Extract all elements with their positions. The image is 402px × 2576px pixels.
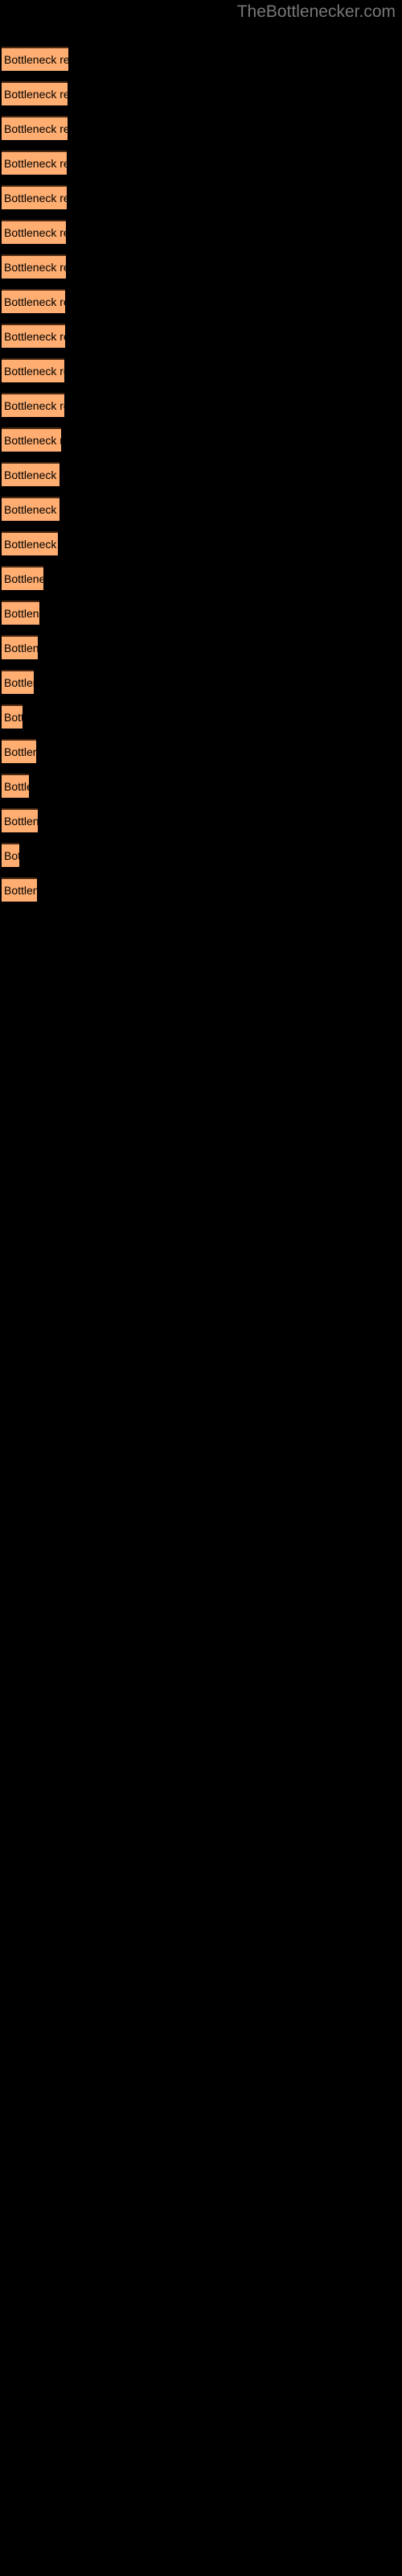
bar-row[interactable]: Bottleneck result	[2, 635, 38, 659]
bar-row[interactable]: Bottleneck result	[2, 774, 29, 798]
bar-row[interactable]: Bottleneck result	[2, 843, 19, 867]
bar-label: Bottleneck result	[4, 849, 19, 862]
bottleneck-bar-chart: Bottleneck result Bottleneck result Bottle…	[0, 0, 402, 2576]
bar-label: Bottleneck result	[4, 572, 43, 585]
bar-row[interactable]: Bottleneck result	[2, 151, 67, 175]
bar-row[interactable]: Bottleneck result	[2, 566, 43, 590]
bar-label: Bottleneck result	[4, 607, 39, 620]
bar-row[interactable]: Bottleneck result	[2, 358, 64, 382]
bar-label: Bottleneck result	[4, 780, 29, 793]
bar-row[interactable]: Bottleneck result	[2, 808, 38, 832]
bar-row[interactable]: Bottleneck result	[2, 497, 59, 521]
bar-row[interactable]: Bottleneck result	[2, 220, 66, 244]
bar-row[interactable]: Bottleneck result	[2, 601, 39, 625]
bar-label: Bottleneck result	[4, 469, 59, 481]
bar-label: Bottleneck result	[4, 365, 64, 378]
bar-label: Bottleneck result	[4, 53, 68, 66]
bar-label: Bottleneck result	[4, 745, 36, 758]
bar-row[interactable]: Bottleneck result	[2, 877, 37, 902]
bar-label: Bottleneck result	[4, 711, 23, 724]
bar-label: Bottleneck result	[4, 434, 61, 447]
bar-row[interactable]: Bottleneck result	[2, 739, 36, 763]
bar-label: Bottleneck result	[4, 676, 34, 689]
bar-label: Bottleneck result	[4, 122, 68, 135]
bar-label: Bottleneck result	[4, 330, 65, 343]
bar-row[interactable]: Bottleneck result	[2, 427, 61, 452]
bar-row[interactable]: Bottleneck result	[2, 670, 34, 694]
bar-label: Bottleneck result	[4, 815, 38, 828]
bar-row[interactable]: Bottleneck result	[2, 185, 67, 209]
bar-row[interactable]: Bottleneck result	[2, 289, 65, 313]
bar-label: Bottleneck result	[4, 157, 67, 170]
bar-row[interactable]: Bottleneck result	[2, 393, 64, 417]
bar-row[interactable]: Bottleneck result	[2, 324, 65, 348]
bar-row[interactable]: Bottleneck result	[2, 462, 59, 486]
bar-row[interactable]: Bottleneck result	[2, 531, 58, 555]
bar-row[interactable]: Bottleneck result	[2, 704, 23, 729]
bar-label: Bottleneck result	[4, 88, 68, 101]
bar-label: Bottleneck result	[4, 642, 38, 654]
bar-label: Bottleneck result	[4, 538, 58, 551]
bar-label: Bottleneck result	[4, 261, 66, 274]
bar-row[interactable]: Bottleneck result	[2, 254, 66, 279]
bar-label: Bottleneck result	[4, 192, 67, 204]
bar-label: Bottleneck result	[4, 884, 37, 897]
bar-label: Bottleneck result	[4, 503, 59, 516]
bar-row[interactable]: Bottleneck result	[2, 47, 68, 71]
bar-row[interactable]: Bottleneck result	[2, 81, 68, 105]
bar-label: Bottleneck result	[4, 295, 65, 308]
bar-label: Bottleneck result	[4, 399, 64, 412]
bar-label: Bottleneck result	[4, 226, 66, 239]
bar-row[interactable]: Bottleneck result	[2, 116, 68, 140]
